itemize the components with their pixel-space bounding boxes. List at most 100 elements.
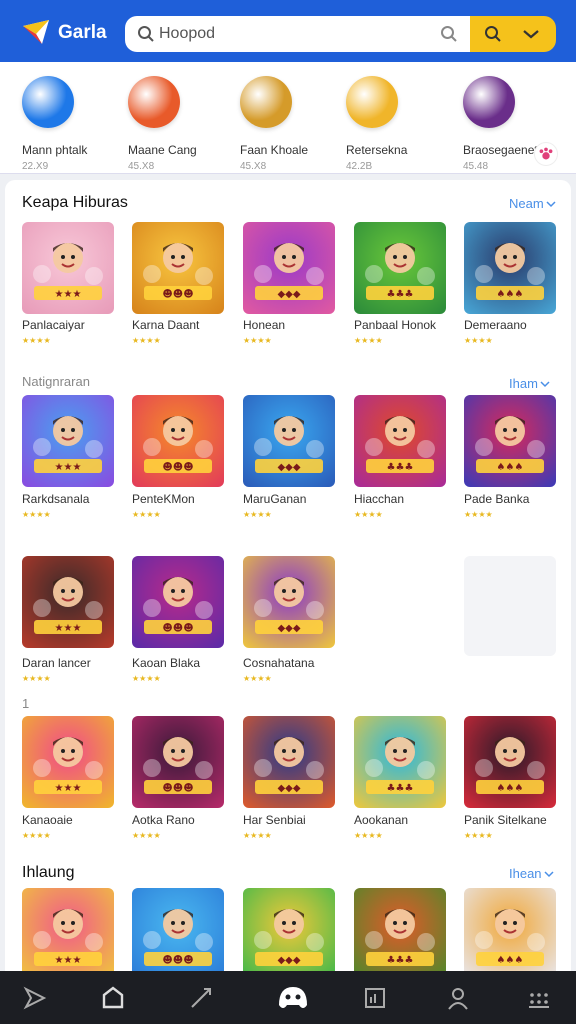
rating-stars: ★★★★	[354, 831, 383, 840]
rating-stars: ★★★★	[243, 510, 272, 519]
svg-text:☻☻☻: ☻☻☻	[162, 461, 193, 473]
game-thumbnail[interactable]: ♣♣♣	[354, 716, 446, 808]
chevron-down-icon[interactable]	[522, 28, 540, 40]
game-thumbnail[interactable]: ♠♠♠	[464, 395, 556, 487]
game-thumbnail[interactable]: ◆◆◆	[243, 888, 335, 980]
profile-icon[interactable]	[445, 985, 471, 1011]
game-artwork-icon: ♠♠♠	[475, 243, 545, 300]
category-count: 42.2B	[346, 161, 373, 172]
search-input[interactable]	[159, 22, 419, 46]
chart-icon[interactable]	[362, 985, 388, 1011]
search-box[interactable]	[125, 16, 470, 52]
game-title: Honean	[243, 318, 286, 332]
category-count: 45.X8	[128, 161, 155, 172]
rating-stars: ★★★★	[22, 674, 51, 683]
game-thumbnail[interactable]: ◆◆◆	[243, 395, 335, 487]
game-title: Har Senbiai	[243, 813, 306, 827]
category-bar: Mann phtalk 22.X9 Maane Cang 45.X8 Faan Khoa…	[0, 62, 576, 235]
see-more-link[interactable]: Iham	[509, 376, 550, 391]
category-item[interactable]: Faan Khoale 45.X8	[240, 72, 340, 172]
game-thumbnail[interactable]: ☻☻☻	[132, 888, 224, 980]
grid-menu-icon[interactable]	[526, 985, 552, 1011]
category-count: 45.48	[463, 161, 489, 172]
game-title: Aookanan	[354, 813, 409, 827]
rating-stars: ★★★★	[22, 336, 51, 345]
category-name: Maane Cang	[128, 143, 197, 157]
rating-stars: ★★★★	[132, 674, 161, 683]
svg-text:♣♣♣: ♣♣♣	[387, 289, 414, 300]
game-thumbnail[interactable]: ◆◆◆	[243, 716, 335, 808]
game-title: Demeraano	[464, 318, 527, 332]
game-thumbnail[interactable]: ☻☻☻	[132, 395, 224, 487]
category-item[interactable]: Retersekna 42.2B	[346, 72, 446, 172]
game-title: Aotka Rano	[132, 813, 195, 827]
chat-bubble-icon	[22, 76, 74, 128]
rating-stars: ★★★★	[464, 336, 493, 345]
category-item[interactable]: Mann phtalk 22.X9	[22, 72, 122, 172]
game-catalog: Keapa Hiburas Neam ★★★ Panlacaiyar ★★★★ ☻☻☻ Ka…	[5, 180, 571, 980]
category-item[interactable]: Maane Cang 45.X8	[128, 72, 228, 172]
section-title: Ihlaung	[22, 864, 75, 881]
game-artwork-icon: ♠♠♠	[475, 909, 545, 966]
game-thumbnail[interactable]: ☻☻☻	[132, 222, 224, 314]
category-count: 22.X9	[22, 161, 49, 172]
game-thumbnail[interactable]: ♣♣♣	[354, 395, 446, 487]
game-thumbnail[interactable]: ★★★	[22, 222, 114, 314]
game-artwork-icon: ★★★	[33, 243, 103, 300]
game-thumbnail[interactable]: ★★★	[22, 556, 114, 648]
game-thumbnail[interactable]: ★★★	[22, 395, 114, 487]
category-name: Braosegaenet	[463, 143, 538, 157]
bottom-navigation	[0, 971, 576, 1024]
svg-text:★★★: ★★★	[55, 623, 82, 634]
shield-emblem-icon	[128, 76, 180, 128]
chevron-down-icon	[544, 196, 556, 211]
rating-stars: ★★★★	[22, 831, 51, 840]
paw-icon[interactable]	[534, 142, 558, 166]
search-icon[interactable]	[440, 25, 458, 43]
svg-text:♠♠♠: ♠♠♠	[497, 462, 524, 473]
svg-text:♠♠♠: ♠♠♠	[497, 783, 524, 794]
rating-stars: ★★★★	[22, 510, 51, 519]
game-thumbnail[interactable]: ♠♠♠	[464, 888, 556, 980]
rating-stars: ★★★★	[354, 336, 383, 345]
game-thumbnail[interactable]: ♠♠♠	[464, 222, 556, 314]
game-thumbnail[interactable]: ★★★	[22, 888, 114, 980]
search-button[interactable]	[470, 16, 556, 52]
rating-stars: ★★★★	[243, 831, 272, 840]
section-title: Natignraran	[22, 374, 90, 389]
rating-stars: ★★★★	[243, 336, 272, 345]
category-count: 45.X8	[240, 161, 267, 172]
game-artwork-icon: ♣♣♣	[365, 243, 435, 300]
svg-text:★★★: ★★★	[55, 955, 82, 966]
game-thumbnail[interactable]: ♣♣♣	[354, 888, 446, 980]
game-artwork-icon: ★★★	[33, 577, 103, 634]
category-name: Retersekna	[346, 143, 408, 157]
game-thumbnail[interactable]: ◆◆◆	[243, 222, 335, 314]
see-more-link[interactable]: Neam	[509, 196, 556, 211]
gamepad-icon[interactable]	[273, 979, 313, 1017]
send-icon[interactable]	[22, 985, 48, 1011]
game-thumbnail[interactable]: ☻☻☻	[132, 556, 224, 648]
game-thumbnail[interactable]: ★★★	[22, 716, 114, 808]
game-artwork-icon: ◆◆◆	[254, 909, 324, 966]
svg-text:◆◆◆: ◆◆◆	[277, 623, 300, 634]
game-artwork-icon: ☻☻☻	[143, 909, 213, 966]
category-name: Mann phtalk	[22, 143, 88, 157]
app-logo-icon[interactable]	[20, 16, 52, 48]
treasure-chest-icon	[240, 76, 292, 128]
chevron-down-icon	[538, 376, 550, 391]
svg-text:◆◆◆: ◆◆◆	[277, 783, 300, 794]
home-icon[interactable]	[100, 985, 126, 1011]
edit-icon[interactable]	[188, 985, 214, 1011]
game-thumbnail[interactable]: ♠♠♠	[464, 716, 556, 808]
game-artwork-icon: ◆◆◆	[254, 737, 324, 794]
game-thumbnail[interactable]: ☻☻☻	[132, 716, 224, 808]
game-thumbnail[interactable]: ♣♣♣	[354, 222, 446, 314]
game-artwork-icon: ☻☻☻	[143, 416, 213, 473]
game-thumbnail[interactable]: ◆◆◆	[243, 556, 335, 648]
svg-text:♠♠♠: ♠♠♠	[497, 289, 524, 300]
see-more-link[interactable]: Ihean	[509, 866, 554, 881]
game-title: Karna Daant	[132, 318, 200, 332]
rating-stars: ★★★★	[464, 831, 493, 840]
game-artwork-icon: ♣♣♣	[365, 416, 435, 473]
